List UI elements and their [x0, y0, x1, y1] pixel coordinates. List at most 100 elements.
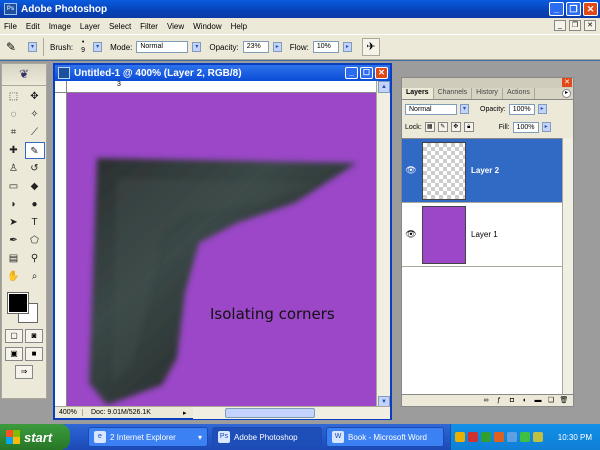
- eraser-tool-icon[interactable]: ▭: [4, 178, 24, 195]
- document-minimize-button[interactable]: _: [345, 67, 358, 79]
- lock-transparency-icon[interactable]: ▦: [424, 122, 435, 132]
- flow-slider-arrow[interactable]: ▸: [342, 42, 352, 52]
- layer-row-layer-2[interactable]: 👁︎ Layer 2: [402, 139, 563, 203]
- zoom-tool-icon[interactable]: ⌕: [25, 268, 45, 285]
- healing-brush-icon[interactable]: ✚: [4, 142, 24, 159]
- tray-icon-network[interactable]: [481, 432, 491, 442]
- layer-style-icon[interactable]: ƒ: [494, 396, 504, 405]
- taskbar-word[interactable]: W Book - Microsoft Word: [326, 427, 444, 447]
- document-title-bar[interactable]: Untitled-1 @ 400% (Layer 2, RGB/8) _ ☐ ✕: [55, 65, 390, 81]
- lock-pixels-icon[interactable]: ✎: [437, 122, 448, 132]
- menu-image[interactable]: Image: [49, 22, 71, 31]
- tab-channels[interactable]: Channels: [434, 88, 473, 99]
- doc-close-button[interactable]: ✕: [584, 20, 596, 31]
- layer-2-thumbnail[interactable]: [422, 141, 466, 200]
- brush-tool-selected-icon[interactable]: ✎: [24, 142, 45, 159]
- standard-mode-icon[interactable]: ▢: [5, 329, 23, 343]
- start-button[interactable]: start: [0, 424, 70, 450]
- palette-menu-icon[interactable]: ▸: [562, 89, 571, 98]
- screen-mode-icon[interactable]: ▣: [5, 347, 23, 361]
- tab-layers[interactable]: Layers: [402, 88, 434, 99]
- menu-layer[interactable]: Layer: [80, 22, 100, 31]
- slice-tool-icon[interactable]: ⟋: [25, 124, 45, 141]
- opacity-field[interactable]: 23%: [242, 41, 269, 53]
- layer-row-layer-1[interactable]: 👁︎ Layer 1: [402, 203, 563, 267]
- brush-preview[interactable]: • 9: [77, 39, 89, 55]
- menu-filter[interactable]: Filter: [140, 22, 158, 31]
- shape-tool-icon[interactable]: ⬠: [25, 232, 45, 249]
- fill-arrow[interactable]: ▸: [541, 122, 551, 132]
- tool-preset-dropdown[interactable]: ▾: [28, 42, 37, 52]
- tray-icon-antivirus[interactable]: [468, 432, 478, 442]
- new-layer-icon[interactable]: ❑: [546, 396, 556, 405]
- quickmask-mode-icon[interactable]: ◙: [25, 329, 43, 343]
- lock-position-icon[interactable]: ✥: [450, 122, 461, 132]
- foreground-color-swatch[interactable]: [7, 292, 29, 314]
- mode-select[interactable]: Normal: [136, 41, 189, 53]
- doc-restore-button[interactable]: ❐: [569, 20, 581, 31]
- new-fill-layer-icon[interactable]: ◐: [520, 396, 530, 405]
- visibility-eye-icon[interactable]: 👁︎: [402, 229, 420, 240]
- flow-field[interactable]: 10%: [312, 41, 339, 53]
- document-vertical-scrollbar[interactable]: ▲ ▼: [376, 81, 390, 408]
- menu-select[interactable]: Select: [109, 22, 131, 31]
- tray-icon-messenger[interactable]: [494, 432, 504, 442]
- history-brush-icon[interactable]: ↺: [25, 160, 45, 177]
- delete-layer-icon[interactable]: 🗑︎: [559, 396, 569, 405]
- document-horizontal-scrollbar[interactable]: [193, 406, 390, 419]
- menu-file[interactable]: File: [4, 22, 17, 31]
- info-arrow-icon[interactable]: ▸: [183, 409, 193, 417]
- doc-minimize-button[interactable]: _: [554, 20, 566, 31]
- feather-icon[interactable]: ❦: [2, 64, 46, 86]
- clone-stamp-icon[interactable]: ♙: [4, 160, 24, 177]
- visibility-eye-icon[interactable]: 👁︎: [402, 165, 420, 176]
- blur-tool-icon[interactable]: ◗: [4, 196, 24, 213]
- brush-dropdown[interactable]: ▾: [93, 42, 103, 52]
- restore-button[interactable]: ❐: [566, 2, 581, 16]
- palette-title-bar[interactable]: ✕: [402, 78, 573, 88]
- fill-field[interactable]: 100%: [512, 121, 539, 133]
- document-info[interactable]: Doc: 9.01M/526.1K: [83, 409, 183, 416]
- add-mask-icon[interactable]: ◘: [507, 396, 517, 405]
- minimize-button[interactable]: _: [549, 2, 564, 16]
- magic-wand-icon[interactable]: ✧: [25, 106, 45, 123]
- menu-help[interactable]: Help: [231, 22, 247, 31]
- palette-close-button[interactable]: ✕: [562, 78, 572, 87]
- fullscreen-mode-icon[interactable]: ■: [25, 347, 43, 361]
- eyedropper-icon[interactable]: ⚲: [25, 250, 45, 267]
- notes-tool-icon[interactable]: ▤: [4, 250, 24, 267]
- type-tool-icon[interactable]: T: [25, 214, 45, 231]
- document-maximize-button[interactable]: ☐: [360, 67, 373, 79]
- layer-opacity-arrow[interactable]: ▸: [537, 104, 547, 114]
- lock-all-icon[interactable]: 🔒︎: [463, 122, 474, 132]
- mode-dropdown-arrow[interactable]: ▾: [192, 42, 202, 52]
- airbrush-icon[interactable]: ✈: [361, 38, 380, 56]
- document-close-button[interactable]: ✕: [375, 67, 388, 79]
- taskbar-internet-explorer[interactable]: e 2 Internet Explorer ▾: [88, 427, 208, 447]
- menu-view[interactable]: View: [167, 22, 184, 31]
- layer-opacity-field[interactable]: 100%: [508, 103, 535, 115]
- lasso-tool-icon[interactable]: ◌: [4, 106, 24, 123]
- tray-icon-update[interactable]: [520, 432, 530, 442]
- crop-tool-icon[interactable]: ⌗: [4, 124, 24, 141]
- dodge-tool-icon[interactable]: ●: [25, 196, 45, 213]
- pen-tool-icon[interactable]: ✒: [4, 232, 24, 249]
- scroll-thumb[interactable]: [225, 407, 315, 418]
- layer-1-thumbnail[interactable]: [422, 205, 466, 264]
- hand-tool-icon[interactable]: ✋: [4, 268, 24, 285]
- imageready-jump-icon[interactable]: ⇒: [15, 365, 33, 379]
- opacity-slider-arrow[interactable]: ▸: [272, 42, 282, 52]
- new-group-icon[interactable]: ▬: [533, 396, 543, 405]
- scroll-up-arrow[interactable]: ▲: [378, 81, 390, 93]
- tray-icon-volume[interactable]: [507, 432, 517, 442]
- zoom-level[interactable]: 400%: [55, 409, 83, 416]
- clock[interactable]: 10:30 PM: [558, 433, 592, 442]
- move-tool-icon[interactable]: ✥: [25, 88, 45, 105]
- path-select-icon[interactable]: ➤: [4, 214, 24, 231]
- canvas[interactable]: Isolating corners: [67, 93, 378, 408]
- paint-bucket-icon[interactable]: ◆: [25, 178, 45, 195]
- tray-icon-folder[interactable]: [455, 432, 465, 442]
- link-layers-icon[interactable]: ∞: [481, 396, 491, 405]
- tab-actions[interactable]: Actions: [503, 88, 535, 99]
- close-button[interactable]: ✕: [583, 2, 598, 16]
